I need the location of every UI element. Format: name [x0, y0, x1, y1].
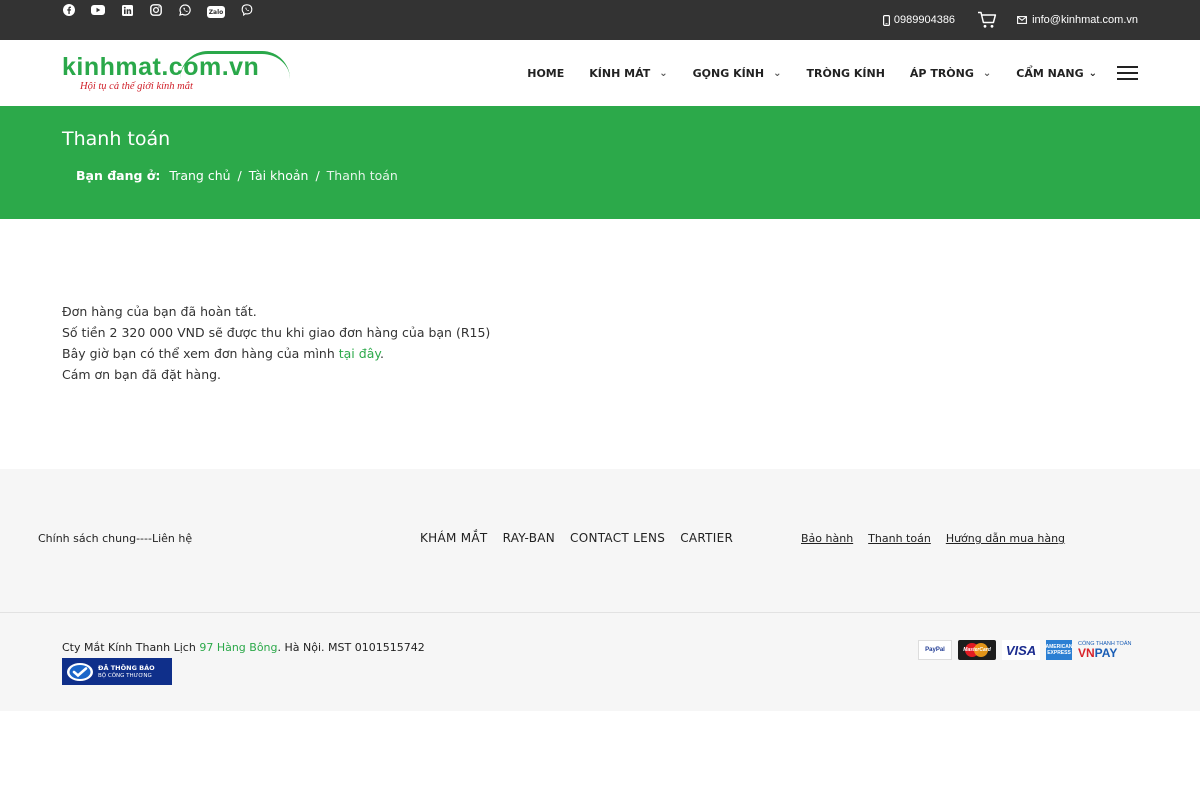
viber-icon[interactable] [240, 3, 254, 17]
mobile-phone-icon [882, 14, 890, 26]
logo-text: kinhmat.com.vn [62, 53, 260, 81]
linkedin-icon[interactable] [120, 3, 134, 17]
vnpay-logo: CỔNG THANH TOÁN VNPAY [1078, 640, 1138, 660]
view-order-prefix: Bây giờ bạn có thể xem đơn hàng của mình [62, 346, 339, 361]
payment-methods: PayPal MasterCard VISA AMERICAN EXPRESS … [918, 639, 1138, 661]
mastercard-label: MasterCard [963, 647, 991, 653]
paypal-logo: PayPal [918, 640, 952, 660]
zalo-label: Zalo [208, 8, 224, 16]
footer-info-links: Bảo hành Thanh toán Hướng dẫn mua hàng [801, 532, 1065, 545]
company-address-link[interactable]: 97 Hàng Bông [199, 641, 277, 654]
breadcrumb-label: Bạn đang ở: [76, 168, 161, 183]
nav-item-cam-nang[interactable]: CẨM NANG ⌄ [1016, 67, 1097, 80]
view-order-link[interactable]: tại đây [339, 346, 380, 361]
order-complete-text: Đơn hàng của bạn đã hoàn tất. [62, 304, 257, 319]
footer-category-links: KHÁM MẮT RAY-BAN CONTACT LENS CARTIER [420, 531, 733, 545]
footer-link-ray-ban[interactable]: RAY-BAN [503, 531, 555, 545]
email-link[interactable]: info@kinhmat.com.vn [1017, 14, 1138, 26]
footer-policy-link[interactable]: Chính sách chung----Liên hệ [38, 532, 192, 545]
phone-number: 0989904386 [893, 14, 956, 26]
hamburger-menu-icon[interactable] [1117, 66, 1138, 80]
nav-label: CẨM NANG [1016, 66, 1084, 80]
chevron-down-icon: ⌄ [659, 67, 668, 79]
whatsapp-icon[interactable] [178, 3, 192, 17]
breadcrumb-account[interactable]: Tài khoản [249, 168, 309, 183]
company-tax-id: . Hà Nội. MST 0101515742 [277, 641, 425, 654]
phone-link[interactable]: 0989904386 [882, 14, 956, 26]
company-name: Cty Mắt Kính Thanh Lịch [62, 641, 200, 654]
chevron-down-icon: ⌄ [773, 67, 782, 79]
breadcrumb-home[interactable]: Trang chủ [169, 168, 230, 183]
logo-tagline: Hội tụ cả thế giới kính mắt [80, 81, 193, 92]
badge-line-2: BỘ CÔNG THƯƠNG [98, 672, 152, 679]
zalo-icon[interactable]: Zalo [207, 6, 225, 18]
vnpay-vn: VN [1078, 646, 1095, 660]
view-order-suffix: . [379, 346, 384, 361]
vnpay-pay: PAY [1094, 646, 1118, 660]
main-nav: HOME KÍNH MÁT ⌄ GỌNG KÍNH ⌄ TRÒNG KÍNH ÁP … [502, 40, 1138, 106]
page-banner: Thanh toán Bạn đang ở: Trang chủ / Tài k… [0, 106, 1200, 219]
instagram-icon[interactable] [149, 3, 163, 17]
thank-you-text: Cám ơn bạn đã đặt hàng. [62, 367, 222, 382]
email-address: info@kinhmat.com.vn [1032, 14, 1138, 26]
nav-label: KÍNH MÁT [589, 66, 651, 80]
vnpay-wordmark: VNPAY [1078, 647, 1117, 659]
facebook-icon[interactable] [62, 3, 76, 17]
checkmark-badge-icon [62, 658, 98, 685]
breadcrumb-separator: / [237, 168, 242, 183]
footer-link-payment[interactable]: Thanh toán [868, 532, 931, 545]
badge-text: ĐÃ THÔNG BÁO BỘ CÔNG THƯƠNG [98, 664, 155, 680]
breadcrumb-current: Thanh toán [326, 168, 398, 183]
amex-logo: AMERICAN EXPRESS [1046, 640, 1072, 660]
site-footer: Chính sách chung----Liên hệ KHÁM MẮT RAY… [0, 469, 1200, 711]
site-logo[interactable]: kinhmat.com.vn Hội tụ cả thế giới kính m… [62, 51, 290, 95]
footer-link-cartier[interactable]: CARTIER [680, 531, 733, 545]
visa-label: VISA [1005, 642, 1037, 658]
amex-label: AMERICAN EXPRESS [1045, 644, 1073, 656]
chevron-down-icon: ⌄ [982, 67, 992, 79]
site-header: kinhmat.com.vn Hội tụ cả thế giới kính m… [0, 40, 1200, 106]
mastercard-logo: MasterCard [958, 640, 996, 660]
footer-link-contact-lens[interactable]: CONTACT LENS [570, 531, 665, 545]
breadcrumb: Bạn đang ở: Trang chủ / Tài khoản / Than… [76, 168, 398, 183]
chevron-down-icon: ⌄ [1088, 67, 1097, 79]
nav-item-gong-kinh[interactable]: GỌNG KÍNH ⌄ [693, 67, 782, 80]
nav-label: GỌNG KÍNH [692, 66, 765, 80]
nav-item-home[interactable]: HOME [527, 67, 564, 80]
cart-button[interactable] [977, 11, 997, 29]
youtube-icon[interactable] [91, 3, 105, 17]
cart-icon [978, 11, 997, 28]
nav-item-kinh-mat[interactable]: KÍNH MÁT ⌄ [589, 67, 667, 80]
top-bar: Zalo 0989904386 info@kinhmat.com.vn [0, 0, 1200, 40]
envelope-icon [1017, 16, 1028, 24]
paypal-label: PayPal [925, 647, 945, 653]
nav-item-trong-kinh[interactable]: TRÒNG KÍNH [807, 67, 885, 80]
nav-label: ÁP TRÒNG [909, 66, 974, 80]
nav-label: TRÒNG KÍNH [806, 66, 885, 80]
visa-logo: VISA [1002, 640, 1040, 660]
nav-label: HOME [527, 66, 565, 80]
footer-link-kham-mat[interactable]: KHÁM MẮT [420, 531, 488, 545]
contact-info: 0989904386 info@kinhmat.com.vn [882, 10, 1138, 30]
social-links: Zalo [62, 2, 254, 18]
footer-divider [0, 612, 1200, 613]
page-title: Thanh toán [62, 128, 171, 150]
ministry-registration-badge[interactable]: ĐÃ THÔNG BÁO BỘ CÔNG THƯƠNG [62, 658, 172, 685]
order-confirmation: Đơn hàng của bạn đã hoàn tất. Số tiền 2 … [62, 301, 490, 385]
view-order-text: Bây giờ bạn có thể xem đơn hàng của mình… [62, 343, 490, 364]
breadcrumb-separator: / [315, 168, 320, 183]
footer-link-shopping-guide[interactable]: Hướng dẫn mua hàng [946, 532, 1065, 545]
footer-link-warranty[interactable]: Bảo hành [801, 532, 853, 545]
badge-line-1: ĐÃ THÔNG BÁO [98, 663, 155, 672]
company-info: Cty Mắt Kính Thanh Lịch 97 Hàng Bông. Hà… [62, 641, 425, 654]
payment-amount-text: Số tiền 2 320 000 VND sẽ được thu khi gi… [62, 325, 491, 340]
nav-item-ap-trong[interactable]: ÁP TRÒNG ⌄ [910, 67, 991, 80]
